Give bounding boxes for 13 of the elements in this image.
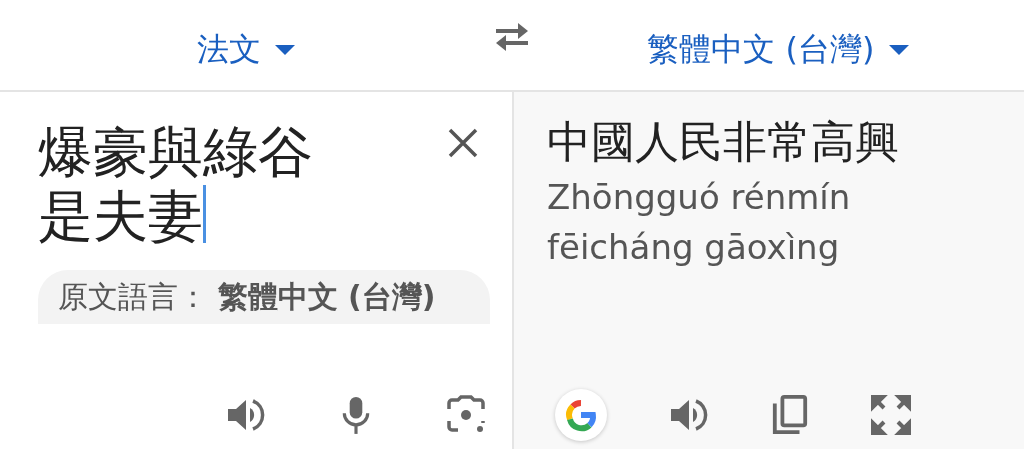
input-field[interactable]: 爆豪與綠谷是夫妻	[38, 120, 358, 248]
translation-text: 中國人民非常高興	[547, 115, 900, 169]
target-language-button[interactable]: 繁體中文 (台灣)	[532, 20, 1024, 80]
google-logo[interactable]	[555, 389, 607, 441]
detected-language-chip[interactable]: 原文語言： 繁體中文 (台灣)	[38, 270, 490, 324]
camera-icon[interactable]	[446, 395, 486, 435]
fullscreen-icon[interactable]	[871, 395, 911, 435]
caret-icon	[275, 45, 295, 55]
copy-icon[interactable]	[771, 394, 809, 436]
close-icon[interactable]	[448, 128, 478, 158]
romanization-text: Zhōngguó rénmín fēicháng gāoxìng	[547, 176, 852, 269]
caret-icon	[888, 45, 909, 55]
source-language-button[interactable]: 法文	[0, 20, 492, 80]
